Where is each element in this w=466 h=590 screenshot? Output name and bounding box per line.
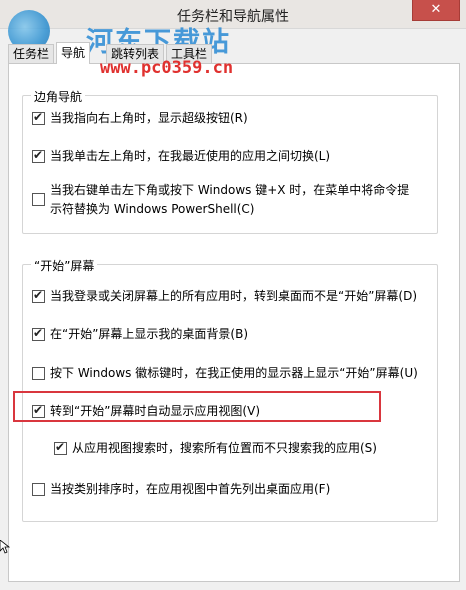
option-label: 从应用视图搜索时，搜索所有位置而不只搜索我的应用(S) bbox=[72, 441, 377, 455]
option-start-on-current-display[interactable]: 按下 Windows 徽标键时，在我正使用的显示器上显示“开始”屏幕(U) bbox=[32, 365, 418, 381]
checkmark-icon: ✔ bbox=[33, 148, 44, 162]
checkbox-show-desktop-background[interactable]: ✔ bbox=[32, 326, 45, 341]
checkmark-icon: ✔ bbox=[33, 110, 44, 124]
checkmark-icon: ✔ bbox=[33, 326, 44, 340]
option-label: 当我单击左上角时，在我最近使用的应用之间切换(L) bbox=[50, 149, 331, 163]
option-show-desktop-background[interactable]: ✔ 在“开始”屏幕上显示我的桌面背景(B) bbox=[32, 326, 248, 342]
corner-navigation-title: 边角导航 bbox=[31, 88, 86, 105]
highlight-box bbox=[13, 391, 381, 422]
checkbox-switch-recent-apps[interactable]: ✔ bbox=[32, 148, 45, 163]
watermark-url: www.pc0359.cn bbox=[100, 58, 234, 78]
option-label: 当我指向右上角时，显示超级按钮(R) bbox=[50, 111, 248, 125]
checkbox-search-everywhere[interactable]: ✔ bbox=[54, 440, 67, 455]
option-label: 当按类别排序时，在应用视图中首先列出桌面应用(F) bbox=[50, 482, 331, 496]
checkbox-show-charms[interactable]: ✔ bbox=[32, 110, 45, 125]
checkbox-list-desktop-apps-first[interactable] bbox=[32, 483, 45, 496]
checkbox-go-to-desktop[interactable]: ✔ bbox=[32, 288, 45, 303]
option-search-everywhere[interactable]: ✔ 从应用视图搜索时，搜索所有位置而不只搜索我的应用(S) bbox=[54, 440, 377, 456]
option-label: 当我右键单击左下角或按下 Windows 键+X 时，在菜单中将命令提示符替换为… bbox=[50, 183, 410, 216]
option-list-desktop-apps-first[interactable]: 当按类别排序时，在应用视图中首先列出桌面应用(F) bbox=[32, 481, 330, 497]
checkbox-start-on-current-display[interactable] bbox=[32, 367, 45, 380]
option-replace-cmd-powershell[interactable]: 当我右键单击左下角或按下 Windows 键+X 时，在菜单中将命令提示符替换为… bbox=[32, 182, 410, 219]
option-label: 在“开始”屏幕上显示我的桌面背景(B) bbox=[50, 327, 249, 341]
tab-navigation[interactable]: 导航 bbox=[56, 42, 91, 64]
option-switch-recent-apps[interactable]: ✔ 当我单击左上角时，在我最近使用的应用之间切换(L) bbox=[32, 148, 330, 164]
checkmark-icon: ✔ bbox=[33, 288, 44, 302]
tab-taskbar[interactable]: 任务栏 bbox=[8, 44, 55, 63]
close-icon: ✕ bbox=[430, 2, 442, 17]
option-go-to-desktop[interactable]: ✔ 当我登录或关闭屏幕上的所有应用时，转到桌面而不是“开始”屏幕(D) bbox=[32, 288, 417, 304]
checkmark-icon: ✔ bbox=[55, 440, 66, 454]
option-show-charms[interactable]: ✔ 当我指向右上角时，显示超级按钮(R) bbox=[32, 110, 248, 126]
arrow-cursor-icon bbox=[0, 540, 10, 554]
start-screen-title: “开始”屏幕 bbox=[31, 257, 98, 274]
close-button[interactable]: ✕ bbox=[412, 0, 460, 21]
option-label: 按下 Windows 徽标键时，在我正使用的显示器上显示“开始”屏幕(U) bbox=[50, 366, 418, 380]
checkbox-replace-cmd-powershell[interactable] bbox=[32, 193, 45, 206]
option-label: 当我登录或关闭屏幕上的所有应用时，转到桌面而不是“开始”屏幕(D) bbox=[50, 289, 418, 303]
